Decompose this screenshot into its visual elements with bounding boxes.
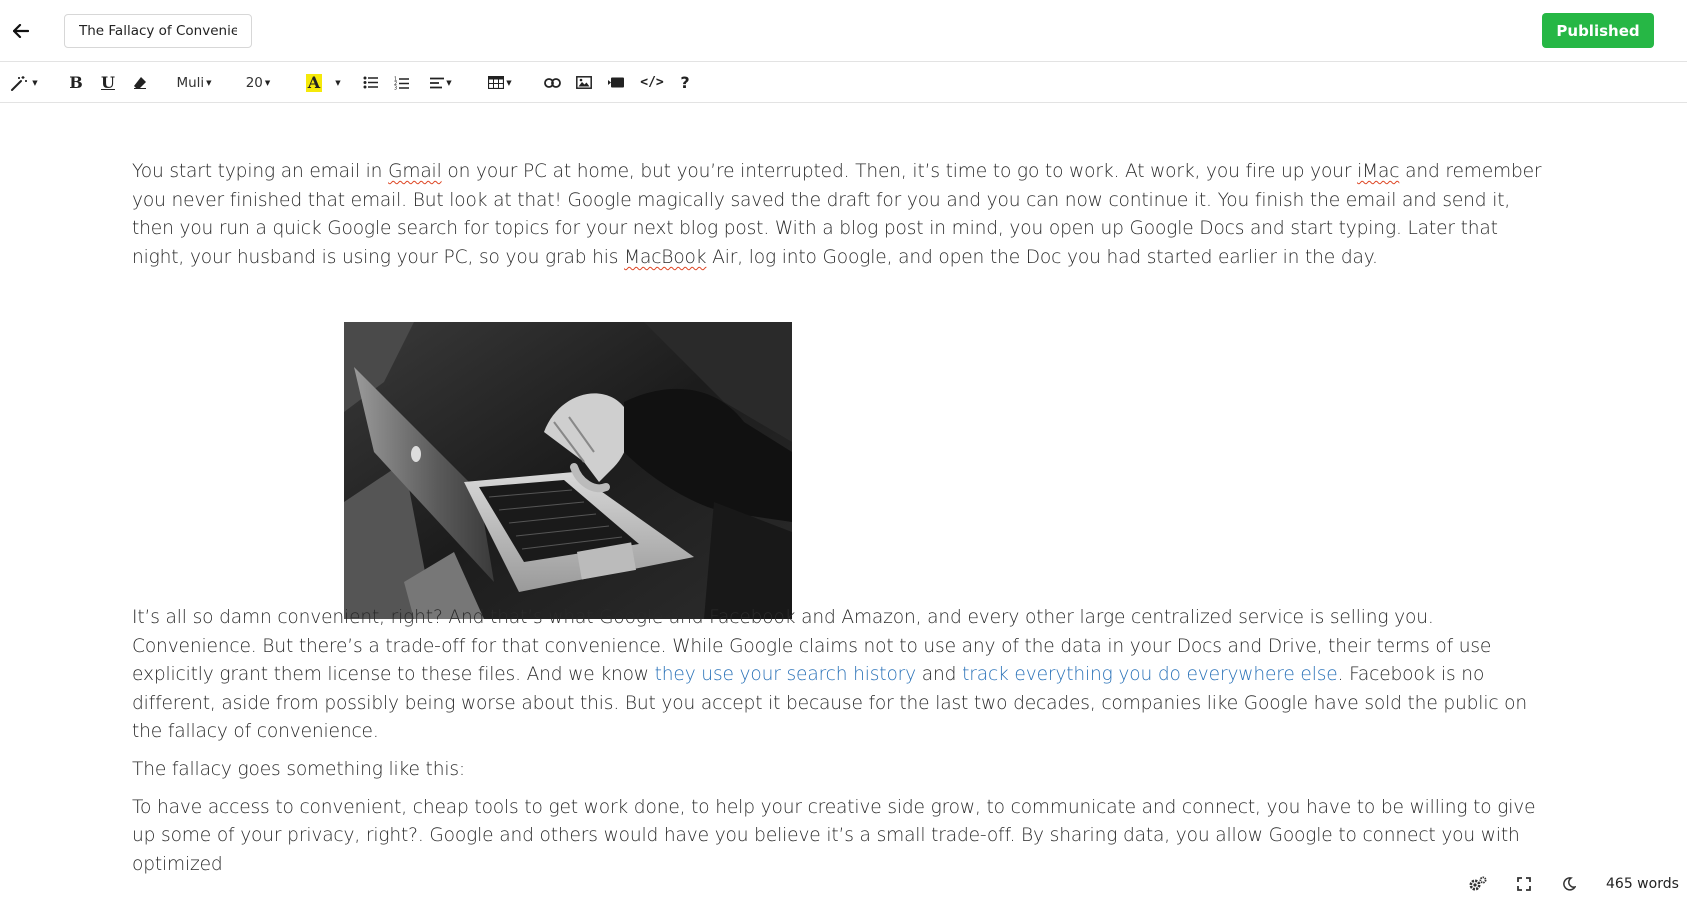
link-icon[interactable] [542, 62, 562, 103]
search-history-link[interactable]: they use your search history [655, 664, 917, 685]
chevron-down-icon: ▼ [506, 78, 512, 87]
top-bar: Published [0, 0, 1687, 62]
dark-mode-moon-icon[interactable] [1558, 874, 1580, 894]
svg-text:3: 3 [394, 85, 397, 90]
paragraph: You start typing an email in Gmail on yo… [132, 161, 1542, 268]
bold-icon[interactable]: B [66, 62, 86, 103]
image-icon[interactable] [574, 62, 594, 103]
magic-wand-icon[interactable]: ▼ [8, 62, 40, 103]
published-button[interactable]: Published [1542, 13, 1654, 48]
help-icon[interactable]: ? [676, 62, 694, 103]
post-title-input[interactable] [64, 14, 252, 48]
code-icon[interactable]: </> [640, 62, 664, 103]
underline-icon[interactable]: U [98, 62, 118, 103]
laptop-photo[interactable] [344, 322, 792, 619]
paragraph: It’s all so damn convenient, right? And … [132, 607, 1528, 743]
word-count: 465 words [1606, 876, 1679, 892]
editor-content[interactable]: You start typing an email in Gmail on yo… [132, 158, 1552, 272]
chevron-down-icon: ▼ [206, 78, 212, 87]
text-color-icon[interactable]: A [304, 62, 324, 103]
editor-content-continued[interactable]: It’s all so damn convenient, right? And … [132, 604, 1552, 879]
misspelled-word: iMac [1357, 161, 1400, 182]
text-color-dropdown[interactable]: ▼ [330, 62, 344, 103]
chevron-down-icon: ▼ [264, 78, 271, 87]
misspelled-word: Gmail [388, 161, 442, 182]
tracking-link[interactable]: track everything you do everywhere else [962, 664, 1338, 685]
font-family-select[interactable]: Muli ▼ [170, 62, 218, 103]
misspelled-word: MacBook [624, 246, 707, 268]
numbered-list-icon[interactable]: 1 2 3 [392, 62, 412, 103]
back-arrow-icon[interactable] [10, 20, 32, 42]
paragraph: The fallacy goes something like this: [132, 758, 466, 780]
video-icon[interactable] [606, 62, 626, 103]
align-icon[interactable]: ▼ [426, 62, 456, 103]
settings-icon[interactable] [1467, 874, 1489, 894]
chevron-down-icon: ▼ [446, 78, 452, 87]
font-size-select[interactable]: 20 ▼ [240, 62, 276, 103]
paragraph: To have access to convenient, cheap tool… [132, 796, 1536, 875]
fullscreen-icon[interactable] [1513, 874, 1535, 894]
bulleted-list-icon[interactable] [361, 62, 381, 103]
table-icon[interactable]: ▼ [485, 62, 515, 103]
chevron-down-icon: ▼ [335, 78, 341, 87]
eraser-icon[interactable] [130, 62, 150, 103]
formatting-toolbar: ▼ B U Muli ▼ 20 ▼ A ▼ 1 2 3 ▼ ▼ </> ? [0, 62, 1687, 103]
